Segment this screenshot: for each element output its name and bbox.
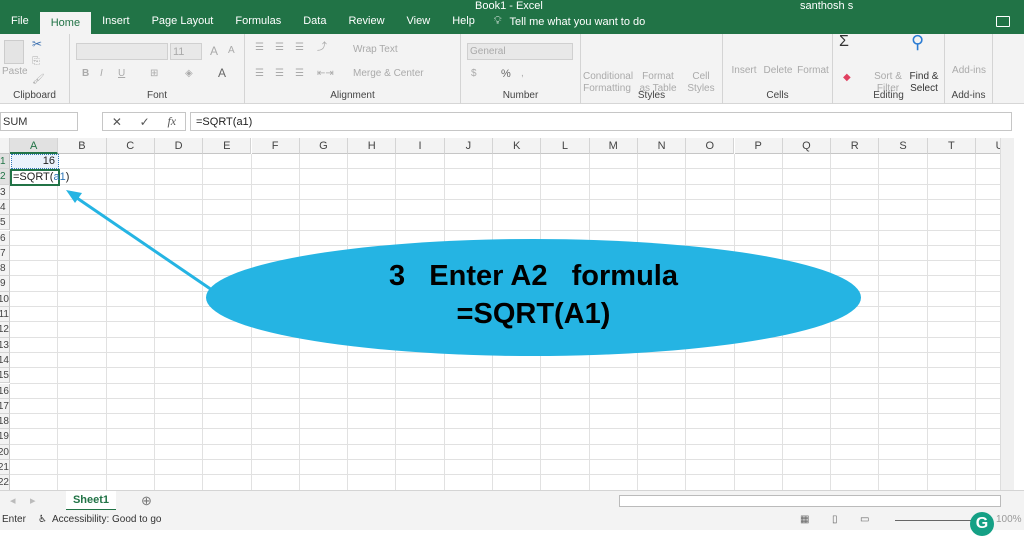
- callout-line-1: 3 Enter A2 formula: [389, 260, 678, 292]
- callout-ellipse: 3 Enter A2 formula =SQRT(A1): [206, 239, 861, 356]
- arrow-line: [73, 194, 213, 292]
- callout-line-2: =SQRT(A1): [456, 298, 611, 330]
